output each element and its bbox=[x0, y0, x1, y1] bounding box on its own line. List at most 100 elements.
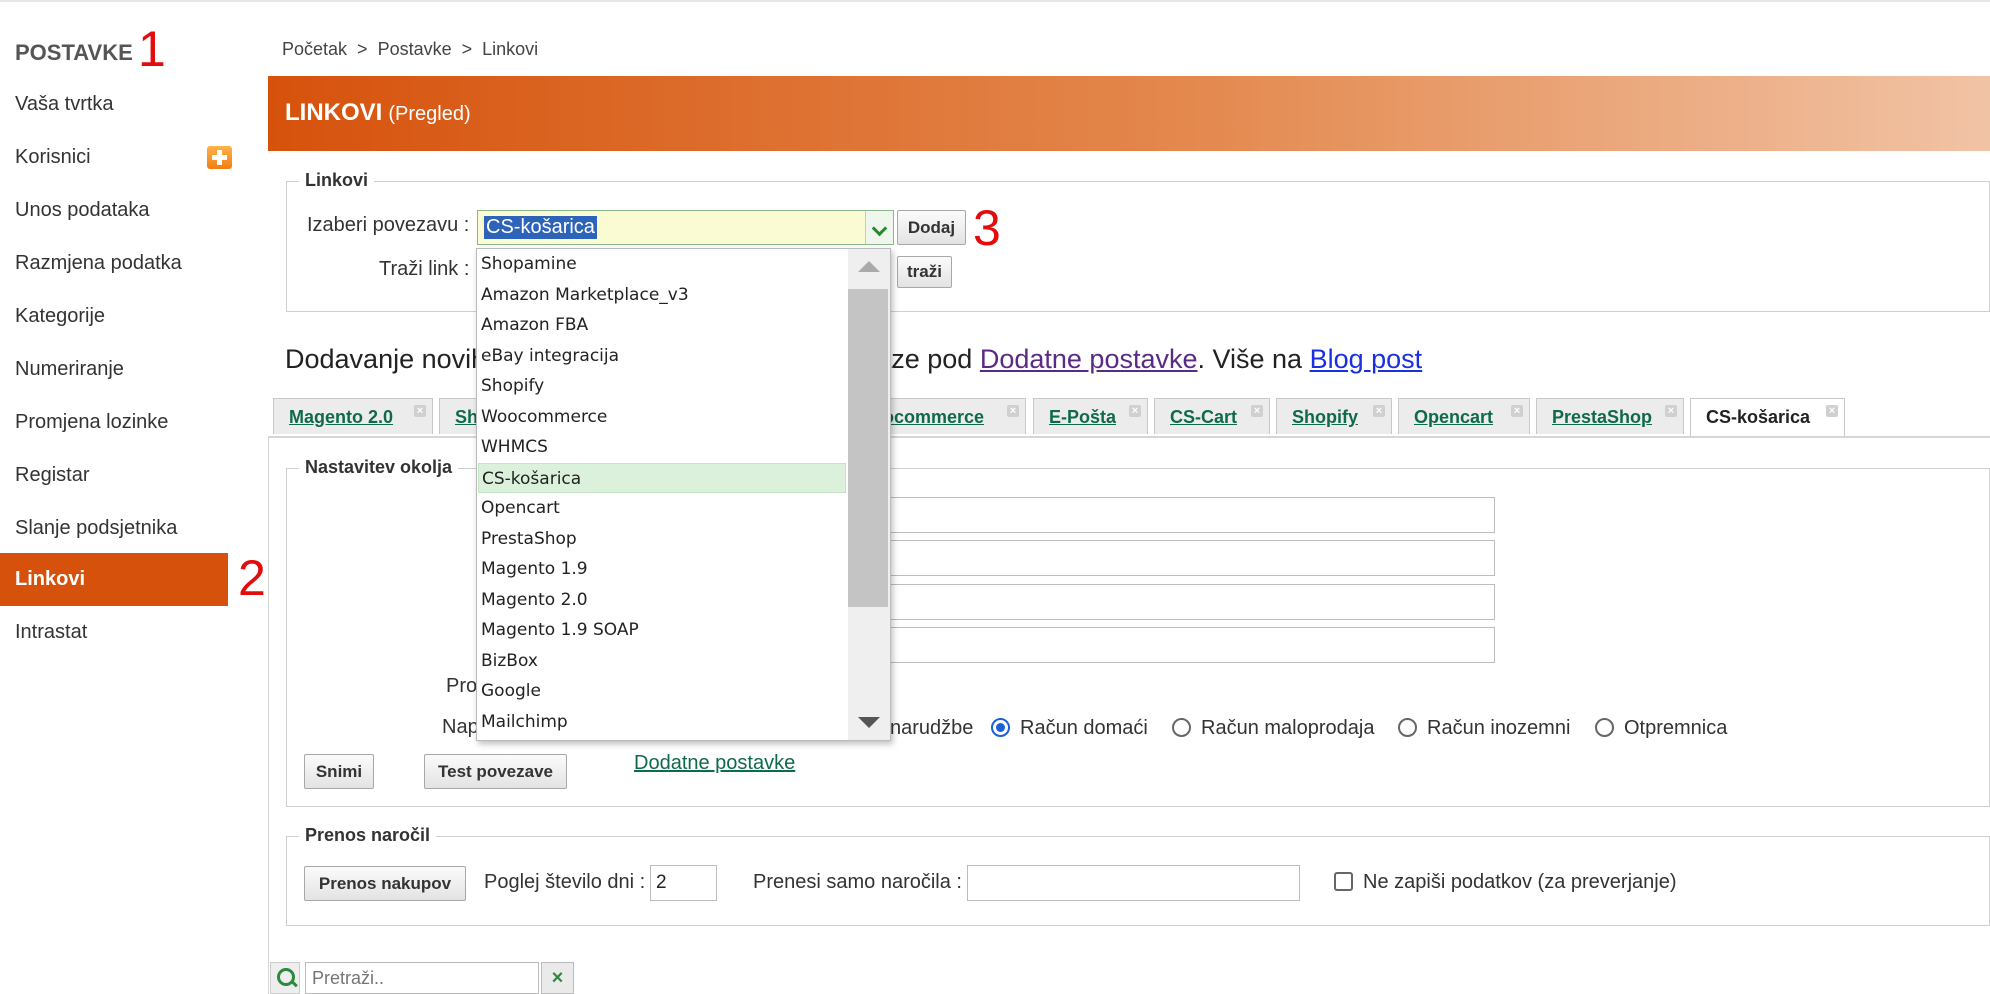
label-nap: Nap bbox=[442, 716, 479, 738]
tab-woocommerce[interactable]: ocommerce × bbox=[880, 398, 1026, 434]
dropdown-option[interactable]: Magento 1.9 bbox=[478, 554, 846, 584]
settings-field-2[interactable] bbox=[880, 540, 1495, 576]
sidebar-item-kategorije[interactable]: Kategorije bbox=[0, 290, 228, 343]
search-link-label: Traži link : bbox=[379, 258, 470, 280]
sidebar-item-unos-podataka[interactable]: Unos podataka bbox=[0, 184, 228, 237]
add-button[interactable]: Dodaj bbox=[897, 210, 966, 245]
radio-label-narudzbe: narudžbe bbox=[890, 717, 974, 739]
close-icon[interactable]: × bbox=[1373, 405, 1385, 417]
dropdown-option-selected[interactable]: CS-košarica bbox=[478, 462, 846, 493]
close-icon[interactable]: × bbox=[1665, 405, 1677, 417]
sidebar-item-razmjena-podatka[interactable]: Razmjena podatka bbox=[0, 237, 228, 290]
info-text-start: Dodavanje novih bbox=[285, 344, 487, 374]
tab-label: E-Pošta bbox=[1049, 407, 1117, 427]
radio-otpremnica[interactable] bbox=[1595, 718, 1614, 737]
sidebar-item-linkovi[interactable]: Linkovi bbox=[0, 553, 228, 606]
close-icon[interactable]: × bbox=[1129, 405, 1141, 417]
tab-opencart[interactable]: Opencart × bbox=[1398, 398, 1530, 434]
close-icon[interactable]: × bbox=[414, 405, 426, 417]
settings-field-3[interactable] bbox=[880, 584, 1495, 620]
close-icon[interactable]: × bbox=[1511, 405, 1523, 417]
tab-label: Shopify bbox=[1292, 407, 1358, 427]
add-user-icon[interactable] bbox=[207, 146, 232, 169]
link-select-value: CS-košarica bbox=[484, 216, 597, 239]
page-subtitle: (Pregled) bbox=[388, 103, 471, 125]
scroll-up-icon[interactable] bbox=[858, 261, 880, 272]
tab-label: Sh bbox=[455, 407, 479, 427]
clear-search-button[interactable]: × bbox=[541, 962, 574, 994]
radio-label-racun-maloprodaja: Račun maloprodaja bbox=[1201, 717, 1375, 739]
breadcrumb-home[interactable]: Početak bbox=[282, 39, 347, 59]
link-select[interactable]: CS-košarica bbox=[477, 210, 894, 245]
choose-link-label: Izaberi povezavu : bbox=[307, 214, 470, 236]
tab-cs-kosarica[interactable]: CS-košarica × bbox=[1690, 398, 1845, 437]
dropdown-option[interactable]: Mailchimp bbox=[478, 707, 846, 737]
sidebar-item-intrastat[interactable]: Intrastat bbox=[0, 606, 228, 659]
dropdown-option[interactable]: BizBox bbox=[478, 646, 846, 676]
chevron-down-icon[interactable] bbox=[865, 211, 893, 244]
tab-label: Opencart bbox=[1414, 407, 1494, 427]
dropdown-option[interactable]: Shopify bbox=[478, 371, 846, 401]
sidebar: POSTAVKE Vaša tvrtka Korisnici Unos poda… bbox=[0, 0, 232, 994]
breadcrumb-current: Linkovi bbox=[482, 39, 539, 59]
dropdown-option[interactable]: Amazon FBA bbox=[478, 310, 846, 340]
top-border bbox=[0, 0, 1990, 2]
dropdown-option[interactable]: Amazon Marketplace_v3 bbox=[478, 280, 846, 310]
sidebar-item-promjena-lozinke[interactable]: Promjena lozinke bbox=[0, 396, 228, 449]
sidebar-item-registar[interactable]: Registar bbox=[0, 449, 228, 502]
settings-field-4[interactable] bbox=[880, 627, 1495, 663]
dropdown-option[interactable]: Magento 1.9 SOAP bbox=[478, 615, 846, 645]
bottom-search-input[interactable] bbox=[305, 962, 539, 994]
dropdown-option[interactable]: PrestaShop bbox=[478, 524, 846, 554]
tab-e-posta[interactable]: E-Pošta × bbox=[1033, 398, 1148, 434]
dropdown-option[interactable]: eBay integracija bbox=[478, 341, 846, 371]
tab-magento-2[interactable]: Magento 2.0 × bbox=[273, 398, 433, 434]
test-connection-button[interactable]: Test povezave bbox=[424, 754, 567, 789]
page-title-text: LINKOVI bbox=[285, 99, 383, 126]
radio-label-racun-inozemni: Račun inozemni bbox=[1427, 717, 1571, 739]
tab-sh[interactable]: Sh bbox=[439, 398, 479, 434]
sidebar-item-korisnici[interactable]: Korisnici bbox=[0, 131, 228, 184]
additional-settings-link[interactable]: Dodatne postavke bbox=[634, 752, 795, 775]
sidebar-item-vasa-tvrtka[interactable]: Vaša tvrtka bbox=[0, 78, 228, 131]
search-button[interactable]: traži bbox=[897, 256, 952, 288]
radio-racun-maloprodaja[interactable] bbox=[1172, 718, 1191, 737]
tab-label: CS-košarica bbox=[1706, 407, 1811, 427]
radio-racun-inozemni[interactable] bbox=[1398, 718, 1417, 737]
days-input[interactable]: 2 bbox=[650, 865, 717, 901]
close-icon[interactable]: × bbox=[1826, 405, 1838, 417]
transfer-purchases-button[interactable]: Prenos nakupov bbox=[304, 866, 466, 901]
blog-post-link[interactable]: Blog post bbox=[1310, 344, 1423, 374]
dropdown-option[interactable]: Shopamine bbox=[478, 249, 846, 279]
extra-settings-link[interactable]: Dodatne postavke bbox=[980, 344, 1198, 374]
settings-field-1[interactable] bbox=[880, 497, 1495, 533]
dropdown-option[interactable]: Magento 2.0 bbox=[478, 585, 846, 615]
tab-prestashop[interactable]: PrestaShop × bbox=[1536, 398, 1684, 434]
search-icon[interactable] bbox=[270, 962, 300, 994]
no-write-checkbox[interactable] bbox=[1334, 872, 1353, 891]
save-button[interactable]: Snimi bbox=[304, 754, 374, 789]
days-label: Poglej število dni : bbox=[484, 871, 646, 893]
breadcrumb-postavke[interactable]: Postavke bbox=[378, 39, 452, 59]
radio-racun-domaci[interactable] bbox=[991, 718, 1010, 737]
only-orders-input[interactable] bbox=[967, 865, 1300, 901]
dropdown-option[interactable]: Woocommerce bbox=[478, 402, 846, 432]
scroll-down-icon[interactable] bbox=[858, 717, 880, 728]
tab-shopify[interactable]: Shopify × bbox=[1276, 398, 1392, 434]
dropdown-option[interactable]: WHMCS bbox=[478, 432, 846, 462]
close-icon[interactable]: × bbox=[1251, 405, 1263, 417]
dropdown-option[interactable]: Google bbox=[478, 676, 846, 706]
dropdown-scrollbar[interactable] bbox=[848, 249, 890, 740]
tab-label: PrestaShop bbox=[1552, 407, 1653, 427]
annotation-2: 2 bbox=[238, 550, 266, 606]
label-pro: Pro bbox=[446, 675, 478, 697]
sidebar-item-slanje-podsjetnika[interactable]: Slanje podsjetnika bbox=[0, 502, 228, 555]
sidebar-item-numeriranje[interactable]: Numeriranje bbox=[0, 343, 228, 396]
content-border bbox=[268, 436, 269, 994]
breadcrumb-sep: > bbox=[357, 39, 368, 59]
dropdown-option[interactable]: Opencart bbox=[478, 493, 846, 523]
scrollbar-thumb[interactable] bbox=[848, 289, 888, 607]
tab-cs-cart[interactable]: CS-Cart × bbox=[1154, 398, 1270, 434]
close-icon[interactable]: × bbox=[1007, 405, 1019, 417]
breadcrumb-sep: > bbox=[461, 39, 473, 59]
